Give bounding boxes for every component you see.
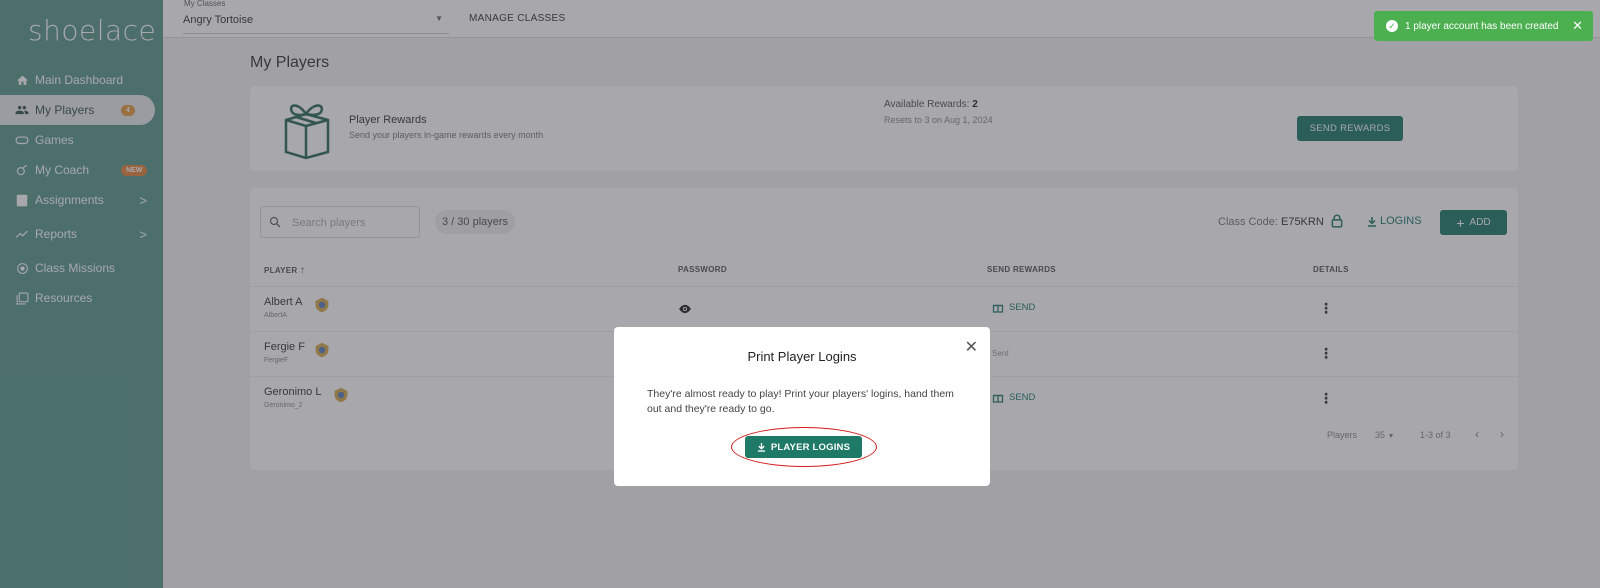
close-icon[interactable]: ✕: [965, 337, 978, 357]
player-logins-label: PLAYER LOGINS: [770, 441, 851, 453]
print-logins-dialog: Print Player Logins ✕ They're almost rea…: [614, 327, 990, 486]
toast-message: 1 player account has been created: [1405, 20, 1559, 32]
dialog-title: Print Player Logins: [747, 349, 857, 364]
modal-backdrop[interactable]: [0, 0, 1600, 588]
player-logins-button[interactable]: PLAYER LOGINS: [745, 436, 862, 458]
close-icon[interactable]: ✕: [1572, 18, 1583, 34]
download-icon: [757, 442, 765, 452]
dialog-body: They're almost ready to play! Print your…: [647, 388, 954, 415]
check-icon: ✓: [1386, 20, 1398, 32]
success-toast: ✓ 1 player account has been created ✕: [1374, 11, 1593, 41]
